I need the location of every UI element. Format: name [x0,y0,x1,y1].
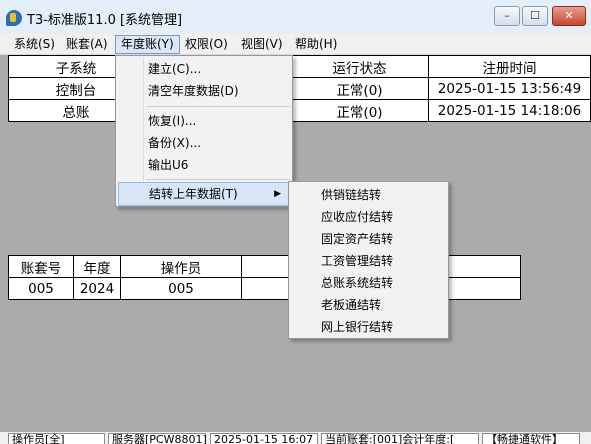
close-button[interactable]: ✕ [552,6,586,26]
subsystem-table: 子系统 运行状态 注册时间 控制台 正常(0) 2025-01-15 13:56… [8,55,591,122]
table-row[interactable]: 总账 正常(0) 2025-01-15 14:18:06 [8,99,591,122]
menu-bar: 系统(S) 账套(A) 年度账(Y) 权限(O) 视图(V) 帮助(H) [0,34,591,55]
submenu-item-supply-chain[interactable]: 供销链结转 [291,184,446,206]
status-bar: 操作员[全] 服务器[PCW8801] 2025-01-15 16:07 当前账… [0,432,591,444]
app-logo-icon [6,10,22,26]
window-title: T3-标准版11.0 [系统管理] [27,13,183,28]
title-bar: T3-标准版11.0 [系统管理] – ☐ ✕ [0,0,591,34]
minimize-button[interactable]: – [494,6,520,26]
header-year: 年度 [73,255,121,278]
cell-status: 正常(0) [290,77,429,100]
submenu-item-online-bank[interactable]: 网上银行结转 [291,316,446,338]
menu-item-create[interactable]: 建立(C)... [118,58,290,80]
header-account-no: 账套号 [8,255,74,278]
cell-year: 2024 [73,277,121,300]
cell-account-no: 005 [8,277,74,300]
menu-item-carry-forward[interactable]: 结转上年数据(T) ▶ [118,182,290,206]
submenu-item-receivables-payables[interactable]: 应收应付结转 [291,206,446,228]
year-account-menu: 建立(C)... 清空年度数据(D) 恢复(I)... 备份(X)... 输出U… [115,55,293,207]
cell-status: 正常(0) [290,99,429,122]
menu-view[interactable]: 视图(V) [236,35,288,54]
submenu-item-payroll[interactable]: 工资管理结转 [291,250,446,272]
menu-permission[interactable]: 权限(O) [180,35,233,54]
submenu-arrow-icon: ▶ [274,189,281,199]
menu-item-backup[interactable]: 备份(X)... [118,132,290,154]
menu-year-account[interactable]: 年度账(Y) [115,35,180,54]
submenu-item-fixed-assets[interactable]: 固定资产结转 [291,228,446,250]
menu-help[interactable]: 帮助(H) [290,35,342,54]
menu-separator [146,106,290,107]
table-header-row: 子系统 运行状态 注册时间 [8,55,591,78]
submenu-item-boss-link[interactable]: 老板通结转 [291,294,446,316]
submenu-item-general-ledger[interactable]: 总账系统结转 [291,272,446,294]
table-row[interactable]: 控制台 正常(0) 2025-01-15 13:56:49 [8,77,591,100]
header-run-status: 运行状态 [290,55,429,78]
menu-item-carry-forward-label: 结转上年数据(T) [149,187,238,201]
carry-forward-submenu: 供销链结转 应收应付结转 固定资产结转 工资管理结转 总账系统结转 老板通结转 … [288,181,449,339]
header-register-time: 注册时间 [428,55,591,78]
status-operator: 操作员[全] [8,433,105,444]
menu-item-restore[interactable]: 恢复(I)... [118,110,290,132]
status-current-account: 当前账套:[001]会计年度:[ [321,433,479,444]
maximize-button[interactable]: ☐ [522,6,548,26]
cell-operator: 005 [120,277,242,300]
menu-account-set[interactable]: 账套(A) [61,35,113,54]
cell-time: 2025-01-15 14:18:06 [428,99,591,122]
menu-item-export-u6[interactable]: 输出U6 [118,154,290,176]
menu-separator [146,179,290,180]
status-brand: 【畅捷通软件】 [482,433,580,444]
cell-time: 2025-01-15 13:56:49 [428,77,591,100]
status-datetime: 2025-01-15 16:07 [210,433,318,444]
menu-system[interactable]: 系统(S) [9,35,60,54]
menu-item-clear-year-data[interactable]: 清空年度数据(D) [118,80,290,102]
header-operator: 操作员 [120,255,242,278]
status-server: 服务器[PCW8801] [108,433,207,444]
